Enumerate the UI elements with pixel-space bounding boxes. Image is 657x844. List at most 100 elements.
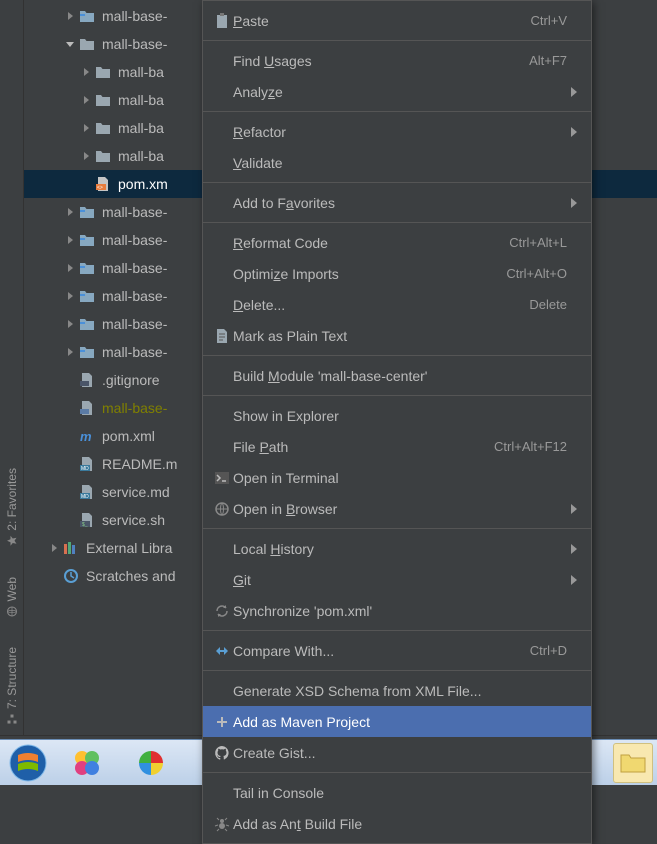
tree-label: README.m [102, 456, 177, 472]
expand-arrow-icon[interactable] [78, 64, 94, 80]
expand-arrow-icon [62, 400, 78, 416]
context-menu-separator [203, 772, 591, 773]
folder-blue-icon [78, 315, 96, 333]
context-menu-item[interactable]: Find UsagesAlt+F7 [203, 45, 591, 76]
expand-arrow-icon[interactable] [62, 8, 78, 24]
folder-gray-icon [94, 63, 112, 81]
expand-arrow-icon[interactable] [62, 260, 78, 276]
menu-item-label: Delete... [233, 297, 529, 313]
context-menu-item[interactable]: Delete...Delete [203, 289, 591, 320]
expand-arrow-icon[interactable] [62, 316, 78, 332]
context-menu-item[interactable]: File PathCtrl+Alt+F12 [203, 431, 591, 462]
svg-text:MD: MD [81, 494, 89, 500]
windows-orb-icon [8, 743, 48, 783]
tree-label: External Libra [86, 540, 172, 556]
context-menu-item[interactable]: Open in Browser [203, 493, 591, 524]
menu-item-label: Paste [233, 13, 531, 29]
context-menu-item[interactable]: Synchronize 'pom.xml' [203, 595, 591, 626]
context-menu-item[interactable]: Refactor [203, 116, 591, 147]
tree-label: mall-base- [102, 8, 167, 24]
context-menu-item[interactable]: Add to Favorites [203, 187, 591, 218]
gutter-web[interactable]: Web [5, 577, 19, 617]
context-menu-item[interactable]: Show in Explorer [203, 400, 591, 431]
context-menu-item[interactable]: Reformat CodeCtrl+Alt+L [203, 227, 591, 258]
taskbar-app-1[interactable] [58, 743, 116, 783]
tree-label: mall-base- [102, 204, 167, 220]
expand-arrow-icon [62, 484, 78, 500]
folder-blue-icon [78, 287, 96, 305]
context-menu-item[interactable]: Open in Terminal [203, 462, 591, 493]
menu-item-label: Local History [233, 541, 567, 557]
folder-blue-icon [78, 203, 96, 221]
context-menu-item[interactable]: Compare With...Ctrl+D [203, 635, 591, 666]
gutter-structure[interactable]: 7: Structure [5, 647, 19, 725]
context-menu-item[interactable]: Add as Ant Build File [203, 808, 591, 839]
context-menu-item[interactable]: Git [203, 564, 591, 595]
expand-arrow-icon[interactable] [46, 540, 62, 556]
expand-arrow-icon[interactable] [62, 232, 78, 248]
context-menu-item[interactable]: PasteCtrl+V [203, 5, 591, 36]
svg-text:m: m [80, 429, 92, 444]
expand-arrow-icon[interactable] [78, 148, 94, 164]
menu-item-label: Refactor [233, 124, 567, 140]
expand-arrow-icon[interactable] [62, 344, 78, 360]
browser-icon [211, 501, 233, 517]
context-menu-item[interactable]: Build Module 'mall-base-center' [203, 360, 591, 391]
start-button[interactable] [4, 743, 52, 783]
tree-label: mall-ba [118, 92, 164, 108]
expand-arrow-icon[interactable] [78, 120, 94, 136]
star-icon [6, 535, 18, 547]
menu-item-label: Find Usages [233, 53, 529, 69]
taskbar-app-2[interactable] [122, 743, 180, 783]
context-menu-item[interactable]: Validate [203, 147, 591, 178]
plus-icon [211, 715, 233, 729]
folder-gray-icon [94, 119, 112, 137]
context-menu-separator [203, 222, 591, 223]
expand-arrow-icon[interactable] [78, 92, 94, 108]
context-menu-separator [203, 111, 591, 112]
menu-shortcut: Ctrl+Alt+F12 [494, 439, 567, 454]
expand-arrow-icon [62, 456, 78, 472]
menu-item-label: Git [233, 572, 567, 588]
context-menu-item[interactable]: Mark as Plain Text [203, 320, 591, 351]
context-menu-item[interactable]: Local History [203, 533, 591, 564]
expand-arrow-icon[interactable] [62, 288, 78, 304]
plaintext-icon [211, 328, 233, 344]
menu-item-label: Validate [233, 155, 567, 171]
tree-label: mall-ba [118, 120, 164, 136]
context-menu-item[interactable]: Analyze [203, 76, 591, 107]
sync-icon [211, 603, 233, 619]
tree-label: service.md [102, 484, 170, 500]
folder-gray-icon [94, 91, 112, 109]
menu-item-label: Synchronize 'pom.xml' [233, 603, 567, 619]
context-menu-item[interactable]: Create Gist... [203, 737, 591, 768]
menu-shortcut: Ctrl+Alt+L [509, 235, 567, 250]
expand-arrow-icon[interactable] [62, 204, 78, 220]
context-menu-item[interactable]: Tail in Console [203, 777, 591, 808]
app-icon [135, 747, 167, 779]
menu-item-label: Analyze [233, 84, 567, 100]
context-menu-item[interactable]: Generate XSD Schema from XML File... [203, 675, 591, 706]
expand-arrow-icon [62, 372, 78, 388]
sh-icon: $_ [78, 511, 96, 529]
menu-item-label: Reformat Code [233, 235, 509, 251]
context-menu-separator [203, 182, 591, 183]
compare-icon [211, 644, 233, 658]
menu-item-label: Compare With... [233, 643, 530, 659]
context-menu: PasteCtrl+V Find UsagesAlt+F7 Analyze Refac… [202, 0, 592, 844]
menu-item-label: Add as Maven Project [233, 714, 567, 730]
context-menu-separator [203, 355, 591, 356]
context-menu-separator [203, 395, 591, 396]
ant-icon [211, 816, 233, 832]
xml-icon: <> [94, 175, 112, 193]
folder-blue-icon [78, 343, 96, 361]
folder-blue-icon [78, 231, 96, 249]
lib-icon [62, 539, 80, 557]
context-menu-item[interactable]: Optimize ImportsCtrl+Alt+O [203, 258, 591, 289]
menu-shortcut: Delete [529, 297, 567, 312]
expand-arrow-icon[interactable] [62, 36, 78, 52]
gutter-favorites[interactable]: 2: Favorites [5, 468, 19, 547]
md-icon: MD [78, 455, 96, 473]
context-menu-item[interactable]: Add as Maven Project [203, 706, 591, 737]
taskbar-explorer[interactable] [613, 743, 653, 783]
